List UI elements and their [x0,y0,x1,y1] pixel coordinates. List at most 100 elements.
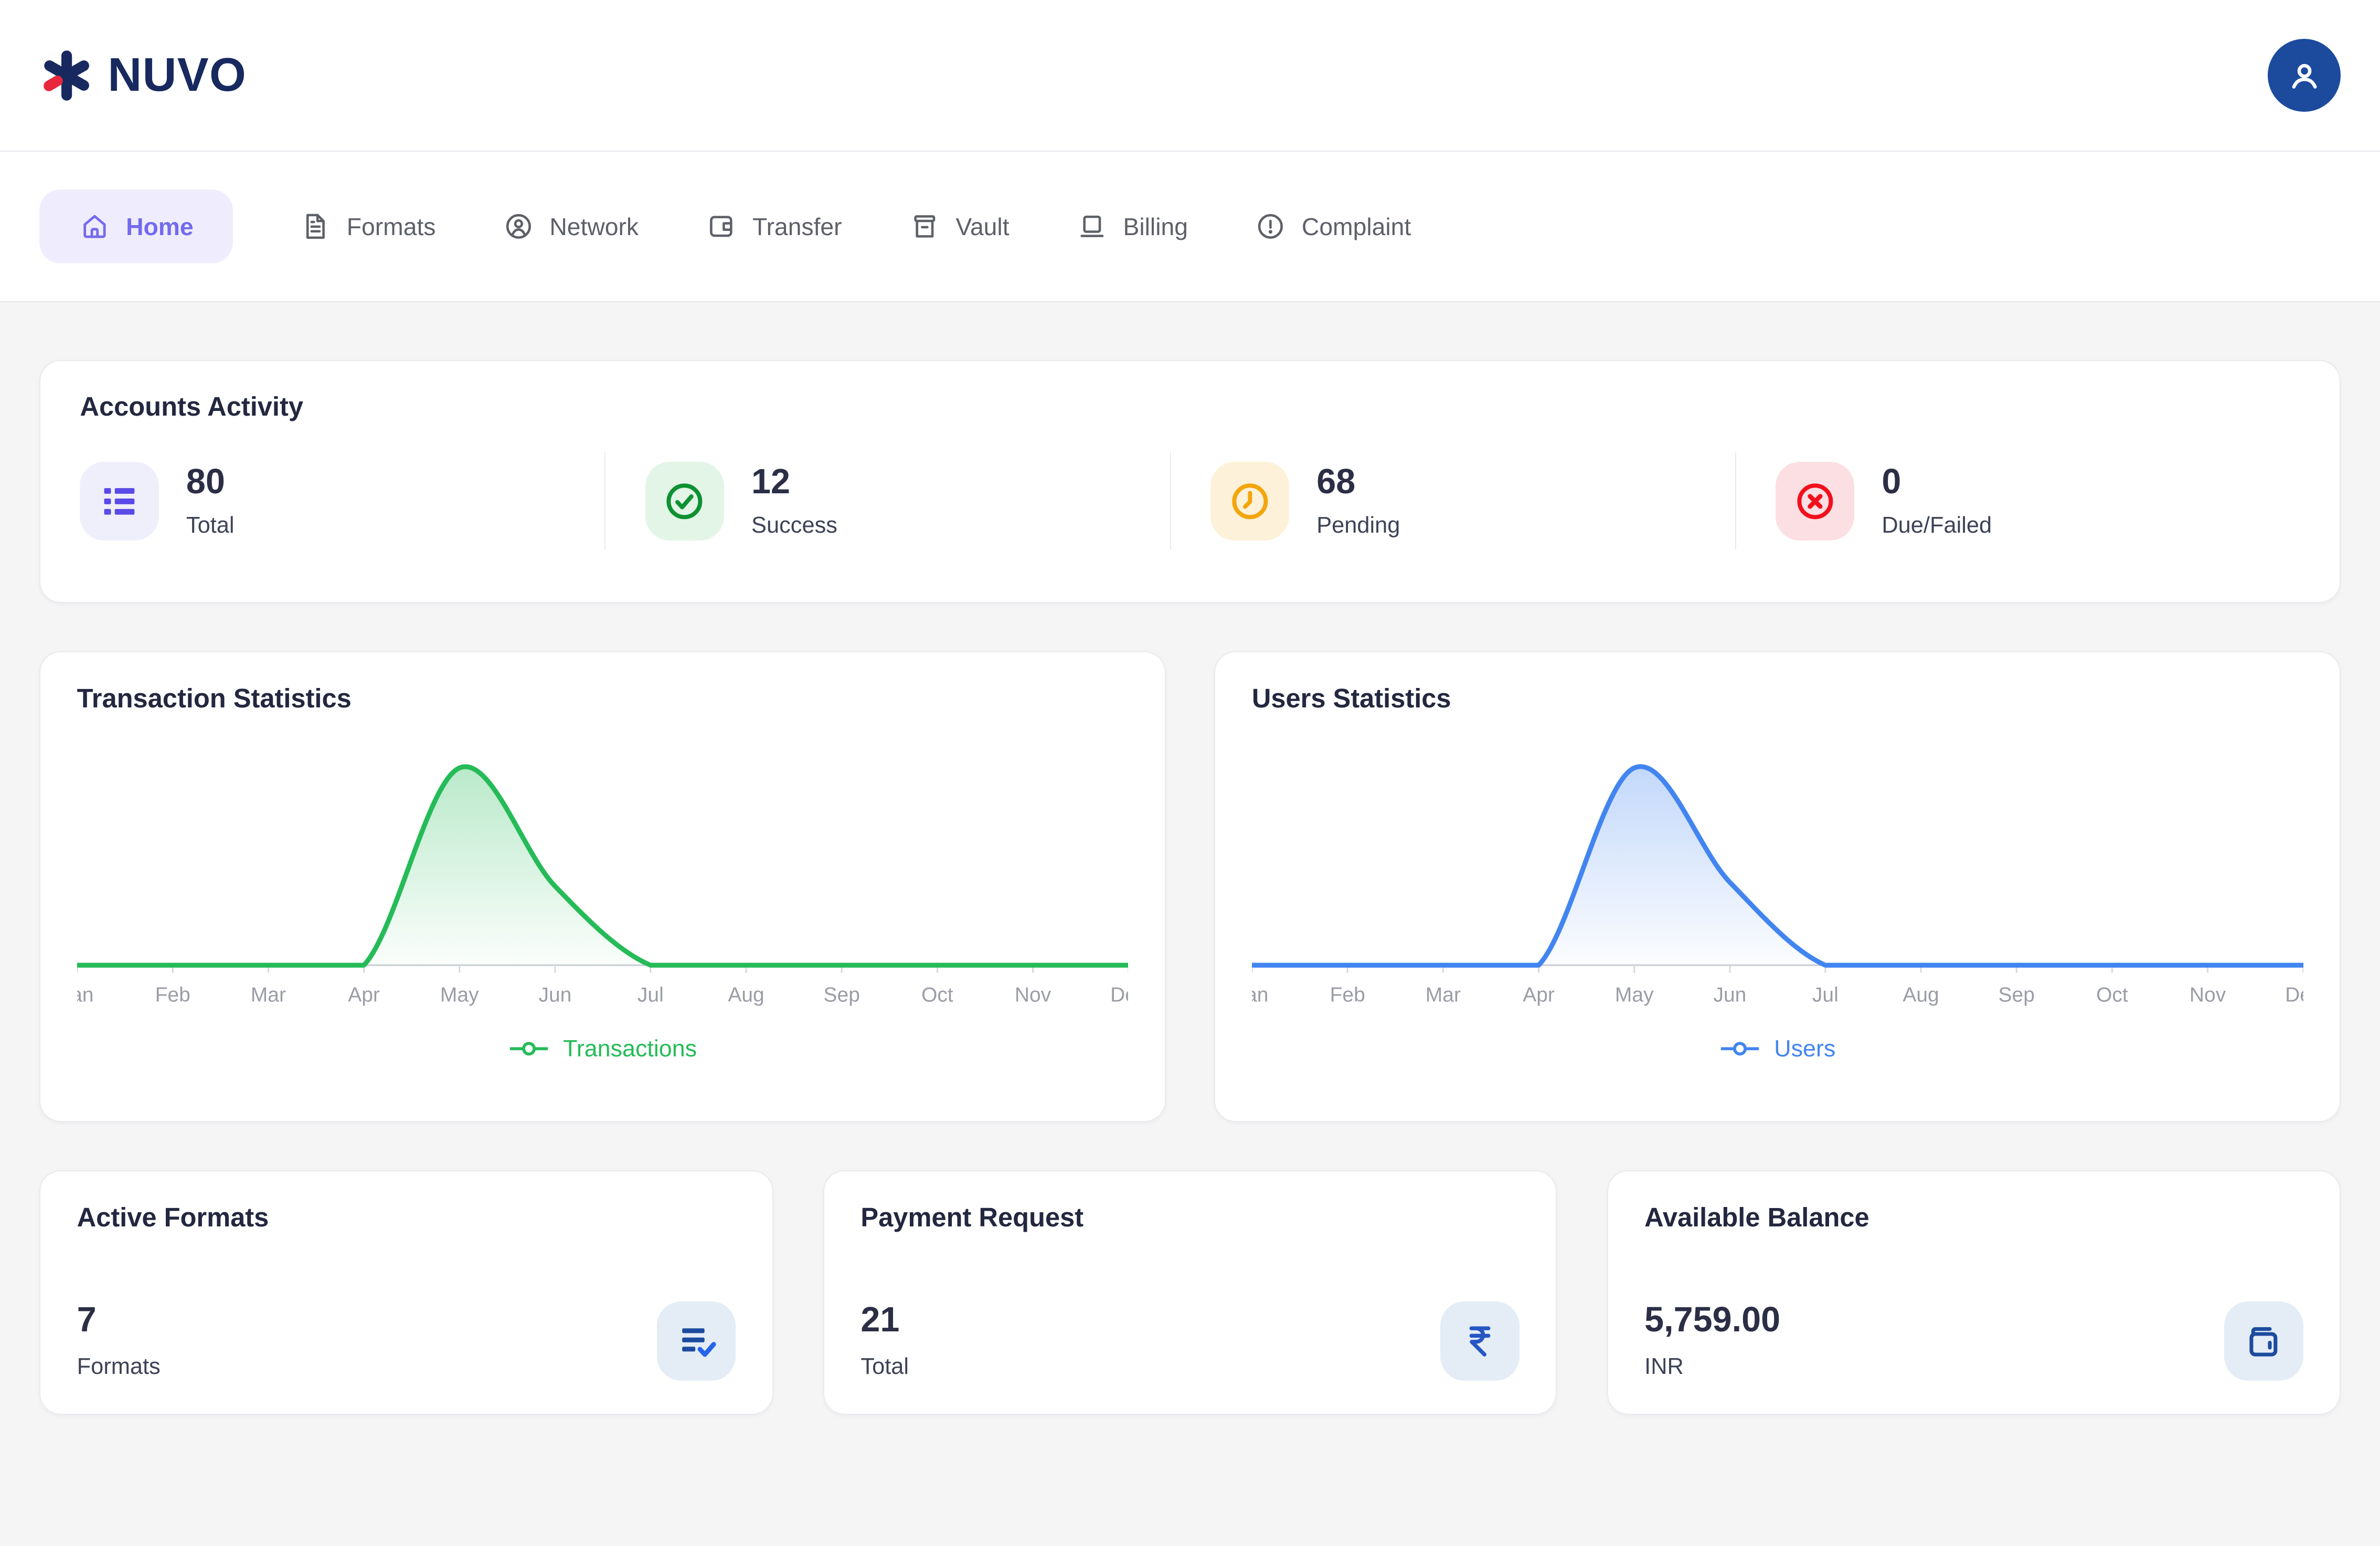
brand-logo[interactable]: NUVO [39,47,247,104]
svg-text:Nov: Nov [1015,984,1051,1007]
svg-text:Oct: Oct [921,984,953,1007]
legend-marker-icon [1719,1040,1760,1058]
app-header: NUVO [0,0,2380,152]
nav-tab-label: Network [549,213,639,241]
svg-text:Mar: Mar [1426,984,1461,1007]
transaction-statistics-title: Transaction Statistics [77,683,1129,714]
vault-box-icon [909,210,941,242]
stat-total: 80 Total [80,452,604,549]
card-body: 21 Total [860,1301,1519,1380]
nav-tab-label: Formats [347,213,436,241]
accounts-activity-card: Accounts Activity 80 Total 12Success 68 Pend… [39,360,2341,603]
svg-text:Jun: Jun [538,984,571,1007]
nav-tab-complaint[interactable]: Complaint [1255,189,1411,264]
stat-value: 0 [1882,464,1992,501]
stat-due-failed: 0 Due/Failed [1735,452,2300,549]
dashboard-page: NUVO Home Formats Network Transfer Vault Bill… [0,0,2380,1545]
stat-value: 80 [186,464,235,501]
list-icon [80,462,158,541]
transfer-card-icon [705,210,737,242]
stat-label: Pending [1316,513,1400,538]
stat-success: 12Success [604,452,1170,549]
svg-text:Sep: Sep [823,984,859,1007]
asterisk-logo-icon [39,47,94,104]
charts-row: Transaction Statistics Jan Feb Mar Apr May Ju… [39,651,2341,1122]
stat-value: 12 [751,464,837,501]
nav-tabs: Home Formats Network Transfer Vault Billing Co… [0,152,2380,302]
chart-legend-transactions[interactable]: Transactions [77,1035,1129,1062]
laptop-icon [1076,210,1108,242]
check-circle-icon [645,462,724,541]
transactions-chart: JanFebMarAprMayJunJulAugSepOctNovDecTran… [77,753,1129,1062]
chart-legend-users[interactable]: Users [1252,1035,2303,1062]
svg-text:Jul: Jul [638,984,664,1007]
stat-pending: 68 Pending [1170,452,1735,549]
wallet-icon [2224,1301,2303,1380]
transactions-area-chart: JanFebMarAprMayJunJulAugSepOctNovDec [77,753,1129,1014]
card-title: Available Balance [1644,1202,2303,1233]
payment-request-card: Payment Request 21 Total [823,1170,1557,1415]
stat-value: 68 [1316,464,1400,501]
svg-text:Apr: Apr [1523,984,1555,1007]
nav-tab-label: Home [126,213,194,241]
card-title: Payment Request [860,1202,1519,1233]
main-content: Accounts Activity 80 Total 12Success 68 Pend… [0,302,2380,1544]
stat-label: Total [186,513,235,538]
card-sublabel: Total [860,1354,1440,1380]
nav-tab-formats[interactable]: Formats [300,189,435,264]
user-circle-icon [503,210,535,242]
svg-text:Nov: Nov [2190,984,2226,1007]
svg-text:Mar: Mar [250,984,285,1007]
nav-tab-label: Billing [1123,213,1188,241]
nav-tab-label: Complaint [1302,213,1411,241]
users-area-chart: Jan Feb Mar Apr May Jun Jul Aug Sep Oct Nov Dec [1252,753,2303,1014]
user-icon [2284,55,2325,96]
card-body: 7 Formats [77,1301,736,1380]
available-balance-card: Available Balance 5,759.00INR [1607,1170,2341,1415]
card-sublabel: Formats [77,1354,657,1380]
card-body: 5,759.00INR [1644,1301,2303,1380]
nav-tab-vault[interactable]: Vault [909,189,1010,264]
card-value: 7 [77,1302,657,1339]
svg-text:Jan: Jan [1252,984,1268,1007]
playlist-check-icon [657,1301,736,1380]
svg-text:Jul: Jul [1812,984,1839,1007]
legend-marker-icon [508,1040,549,1058]
alert-circle-icon [1255,210,1287,242]
nav-tab-billing[interactable]: Billing [1076,189,1188,264]
svg-text:Aug: Aug [1903,984,1939,1007]
nav-tab-label: Transfer [752,213,842,241]
clock-icon [1210,462,1289,541]
active-formats-card: Active Formats 7 Formats [39,1170,773,1415]
svg-text:Feb: Feb [155,984,190,1007]
transaction-statistics-card: Transaction Statistics JanFebMarAprMayJu… [39,651,1166,1122]
card-title: Active Formats [77,1202,736,1233]
nav-tab-network[interactable]: Network [503,189,639,264]
svg-text:Apr: Apr [348,984,380,1007]
svg-text:Feb: Feb [1330,984,1365,1007]
rupee-icon [1440,1301,1519,1380]
home-icon [79,210,111,242]
svg-text:Sep: Sep [1998,984,2034,1007]
stat-label: Due/Failed [1882,513,1992,538]
svg-text:Dec: Dec [2285,984,2303,1007]
brand-name: NUVO [108,48,247,102]
card-sublabel: INR [1644,1354,2224,1380]
svg-text:Jun: Jun [1713,984,1746,1007]
users-statistics-title: Users Statistics [1252,683,2303,714]
accounts-activity-title: Accounts Activity [80,391,2300,422]
users-statistics-card: Users Statistics Jan Feb Mar Apr May Jun Jul Au… [1214,651,2341,1122]
legend-label: Users [1774,1035,1835,1062]
summary-cards-row: Active Formats 7 Formats Payment Request 21 T… [39,1170,2341,1415]
svg-text:Oct: Oct [2096,984,2128,1007]
document-icon [300,210,332,242]
legend-label: Transactions [563,1035,697,1062]
x-circle-icon [1776,462,1854,541]
nav-tab-transfer[interactable]: Transfer [705,189,842,264]
svg-text:Aug: Aug [728,984,764,1007]
nav-tab-label: Vault [956,213,1010,241]
card-value: 21 [860,1302,1440,1339]
user-avatar-button[interactable] [2268,39,2341,112]
nav-tab-home[interactable]: Home [39,189,233,264]
svg-text:May: May [1615,984,1654,1007]
